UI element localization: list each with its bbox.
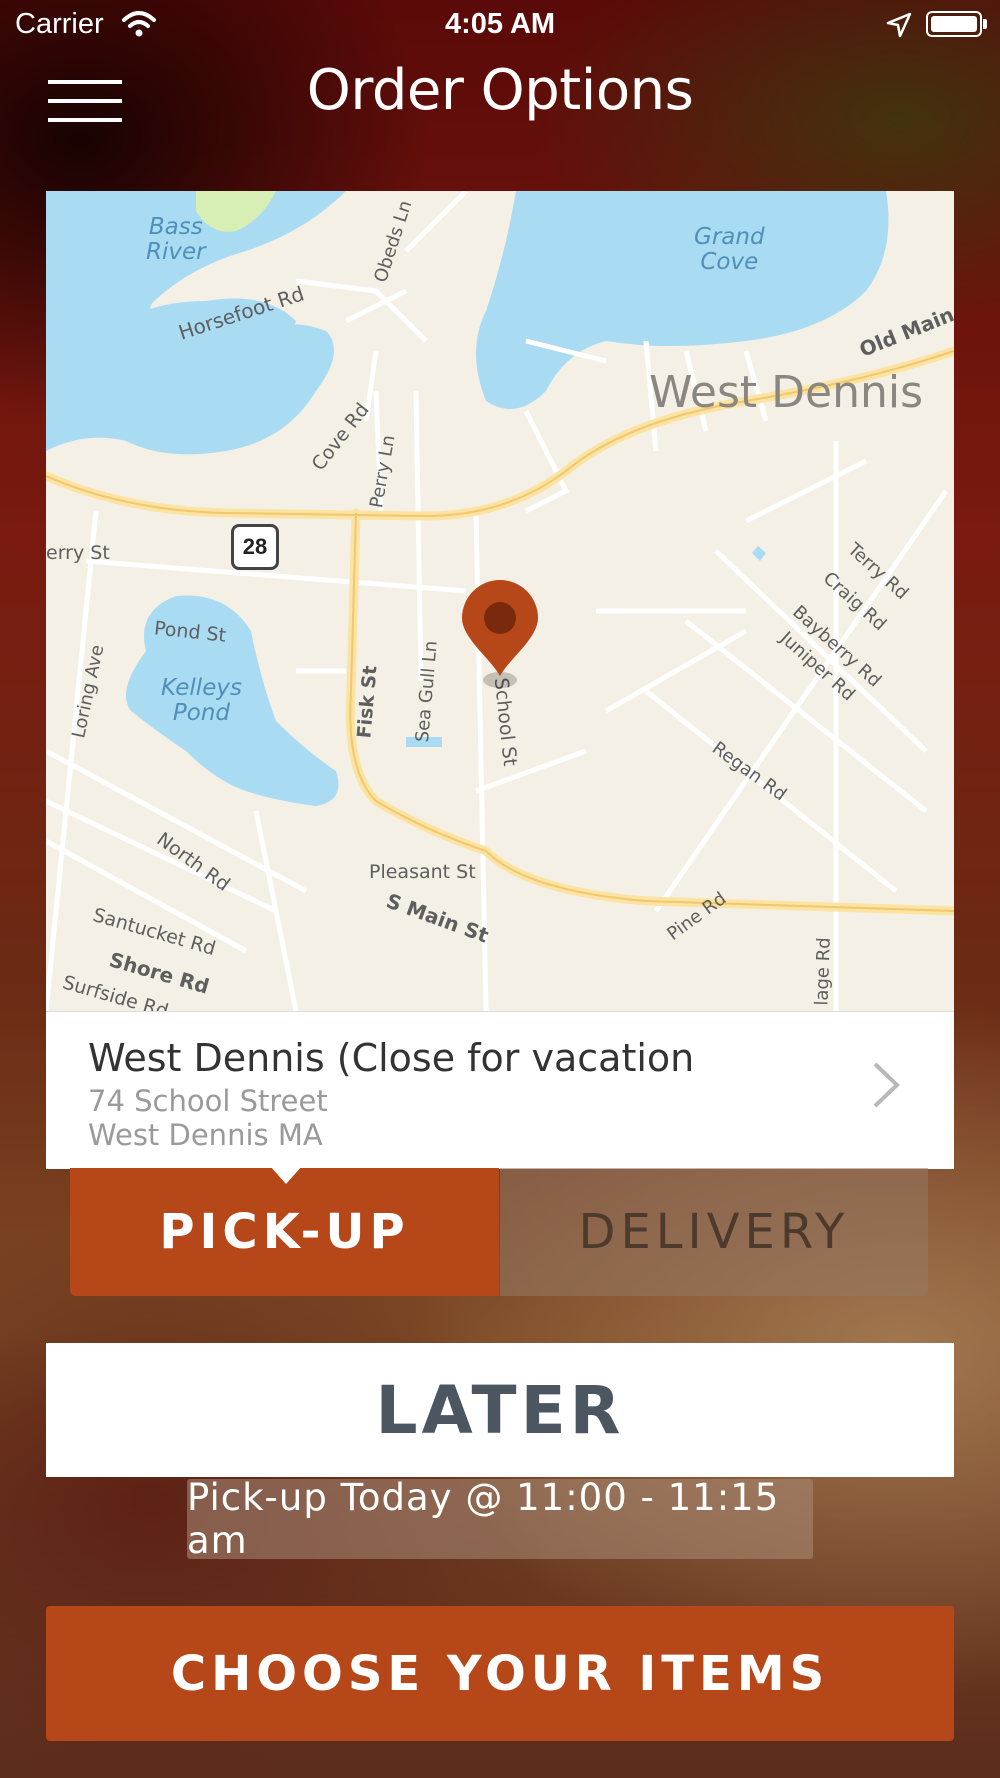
street-label: Pleasant St: [369, 861, 476, 883]
location-card[interactable]: West Dennis (Close for vacation 74 Schoo…: [46, 1011, 954, 1169]
chevron-right-icon[interactable]: [871, 1060, 901, 1110]
status-time: 4:05 AM: [444, 8, 556, 40]
battery-icon: [926, 11, 982, 37]
location-arrow-icon: [886, 12, 912, 38]
route-shield: 28: [231, 524, 279, 570]
tab-delivery[interactable]: DELIVERY: [500, 1168, 928, 1296]
town-label: West Dennis: [649, 367, 924, 418]
battery-tip: [983, 19, 987, 29]
map-pin-icon[interactable]: [460, 578, 540, 692]
map-view[interactable]: Bass River Grand Cove Kelleys Pond West Den…: [46, 191, 954, 1011]
later-button[interactable]: LATER: [46, 1343, 954, 1477]
tab-pickup[interactable]: PICK-UP: [70, 1168, 499, 1296]
order-mode-toggle: PICK-UP DELIVERY: [70, 1168, 928, 1296]
location-address-line1: 74 School Street: [88, 1084, 328, 1118]
location-name: West Dennis (Close for vacation: [88, 1036, 695, 1080]
page-title: Order Options: [306, 58, 694, 123]
street-label: lage Rd: [811, 937, 835, 1006]
water-label-bass-river: Bass River: [146, 214, 206, 265]
street-label: erry St: [46, 542, 110, 564]
water-label-grand-cove: Grand Cove: [694, 224, 765, 275]
status-bar: Carrier 4:05 AM: [0, 0, 1000, 48]
choose-items-button[interactable]: CHOOSE YOUR ITEMS: [46, 1606, 954, 1741]
water-label-kelleys-pond: Kelleys Pond: [161, 675, 242, 726]
location-address-line2: West Dennis MA: [88, 1118, 323, 1152]
pickup-time-selector[interactable]: Pick-up Today @ 11:00 - 11:15 am: [187, 1476, 813, 1562]
selection-indicator: [270, 1166, 302, 1184]
